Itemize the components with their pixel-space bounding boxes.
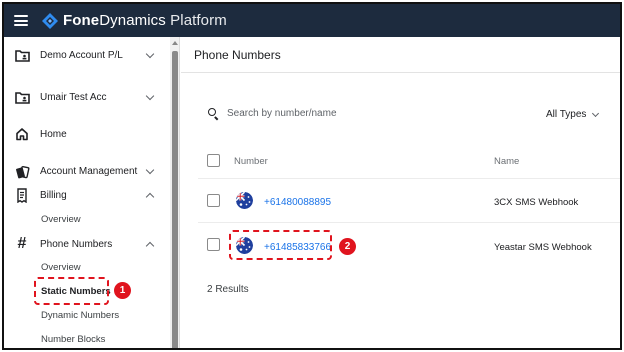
search-bar <box>208 108 387 121</box>
type-filter-value: All Types <box>546 109 587 120</box>
chevron-down-icon <box>145 49 155 58</box>
search-input[interactable] <box>227 108 387 119</box>
type-filter-dropdown[interactable]: All Types <box>546 109 600 120</box>
sidebar-scrollbar[interactable] <box>170 37 180 348</box>
fonedynamics-logo-icon <box>42 12 58 29</box>
menu-icon[interactable] <box>14 15 28 26</box>
scroll-thumb[interactable] <box>172 51 178 348</box>
sidebar-subitem-phone-overview[interactable]: Overview <box>41 262 81 273</box>
home-icon <box>14 126 30 142</box>
sidebar-item-billing[interactable]: Billing <box>4 183 170 207</box>
app-window: FoneDynamics Platform Demo Account P/L U… <box>2 2 622 350</box>
sidebar-item-label: Home <box>40 128 67 140</box>
sidebar-item-label: Account Management <box>40 165 138 177</box>
search-icon <box>208 108 219 121</box>
highlight-box-static-numbers <box>34 277 109 305</box>
results-count: 2 Results <box>207 284 249 295</box>
column-header-name[interactable]: Name <box>494 156 519 167</box>
select-all-checkbox[interactable] <box>207 154 220 167</box>
sidebar-subitem-dynamic-numbers[interactable]: Dynamic Numbers <box>41 310 119 321</box>
sidebar: Demo Account P/L Umair Test Acc Home Acc… <box>4 37 170 348</box>
chevron-down-icon <box>592 109 600 117</box>
row-checkbox[interactable] <box>207 194 220 207</box>
receipt-icon <box>14 187 30 203</box>
sidebar-item-phone-numbers[interactable]: # Phone Numbers <box>4 232 170 256</box>
scroll-up-arrow-icon[interactable] <box>172 41 178 45</box>
row-name: Yeastar SMS Webhook <box>494 242 592 253</box>
sidebar-subitem-billing-overview[interactable]: Overview <box>41 214 81 225</box>
sidebar-item-umair-test-acc[interactable]: Umair Test Acc <box>4 85 170 109</box>
sidebar-item-account-management[interactable]: Account Management <box>4 159 170 183</box>
sidebar-item-label: Billing <box>40 189 67 201</box>
row-divider <box>198 178 620 179</box>
sidebar-subitem-number-blocks[interactable]: Number Blocks <box>41 334 105 345</box>
step-badge-2: 2 <box>339 238 356 255</box>
folder-account-icon <box>14 47 30 63</box>
brand-bold: Fone <box>63 12 100 29</box>
highlight-box-phone-number <box>229 230 332 260</box>
column-header-number[interactable]: Number <box>234 156 268 167</box>
folder-account-icon <box>14 89 30 105</box>
main-content: Phone Numbers All Types Number Name +614… <box>181 37 620 348</box>
row-divider <box>198 222 620 223</box>
brand-rest: Dynamics <box>99 12 166 29</box>
brand-name: FoneDynamics Platform <box>63 12 227 29</box>
cards-icon <box>14 163 30 179</box>
row-checkbox[interactable] <box>207 238 220 251</box>
chevron-down-icon <box>145 91 155 100</box>
brand-light: Platform <box>170 12 227 29</box>
row-name: 3CX SMS Webhook <box>494 197 579 208</box>
sidebar-item-label: Phone Numbers <box>40 238 113 250</box>
page-header: Phone Numbers <box>181 37 620 73</box>
top-bar: FoneDynamics Platform <box>4 4 620 37</box>
chevron-up-icon <box>145 192 155 201</box>
chevron-up-icon <box>145 241 155 250</box>
hash-icon: # <box>17 235 27 252</box>
chevron-down-icon <box>145 165 155 174</box>
phone-number-link[interactable]: +61480088895 <box>264 197 331 208</box>
sidebar-item-home[interactable]: Home <box>4 122 170 146</box>
australia-flag-icon <box>236 192 253 209</box>
sidebar-item-demo-account[interactable]: Demo Account P/L <box>4 43 170 67</box>
page-title: Phone Numbers <box>194 48 281 62</box>
sidebar-item-label: Demo Account P/L <box>40 49 123 61</box>
step-badge-1: 1 <box>114 282 131 299</box>
sidebar-item-label: Umair Test Acc <box>40 91 107 103</box>
